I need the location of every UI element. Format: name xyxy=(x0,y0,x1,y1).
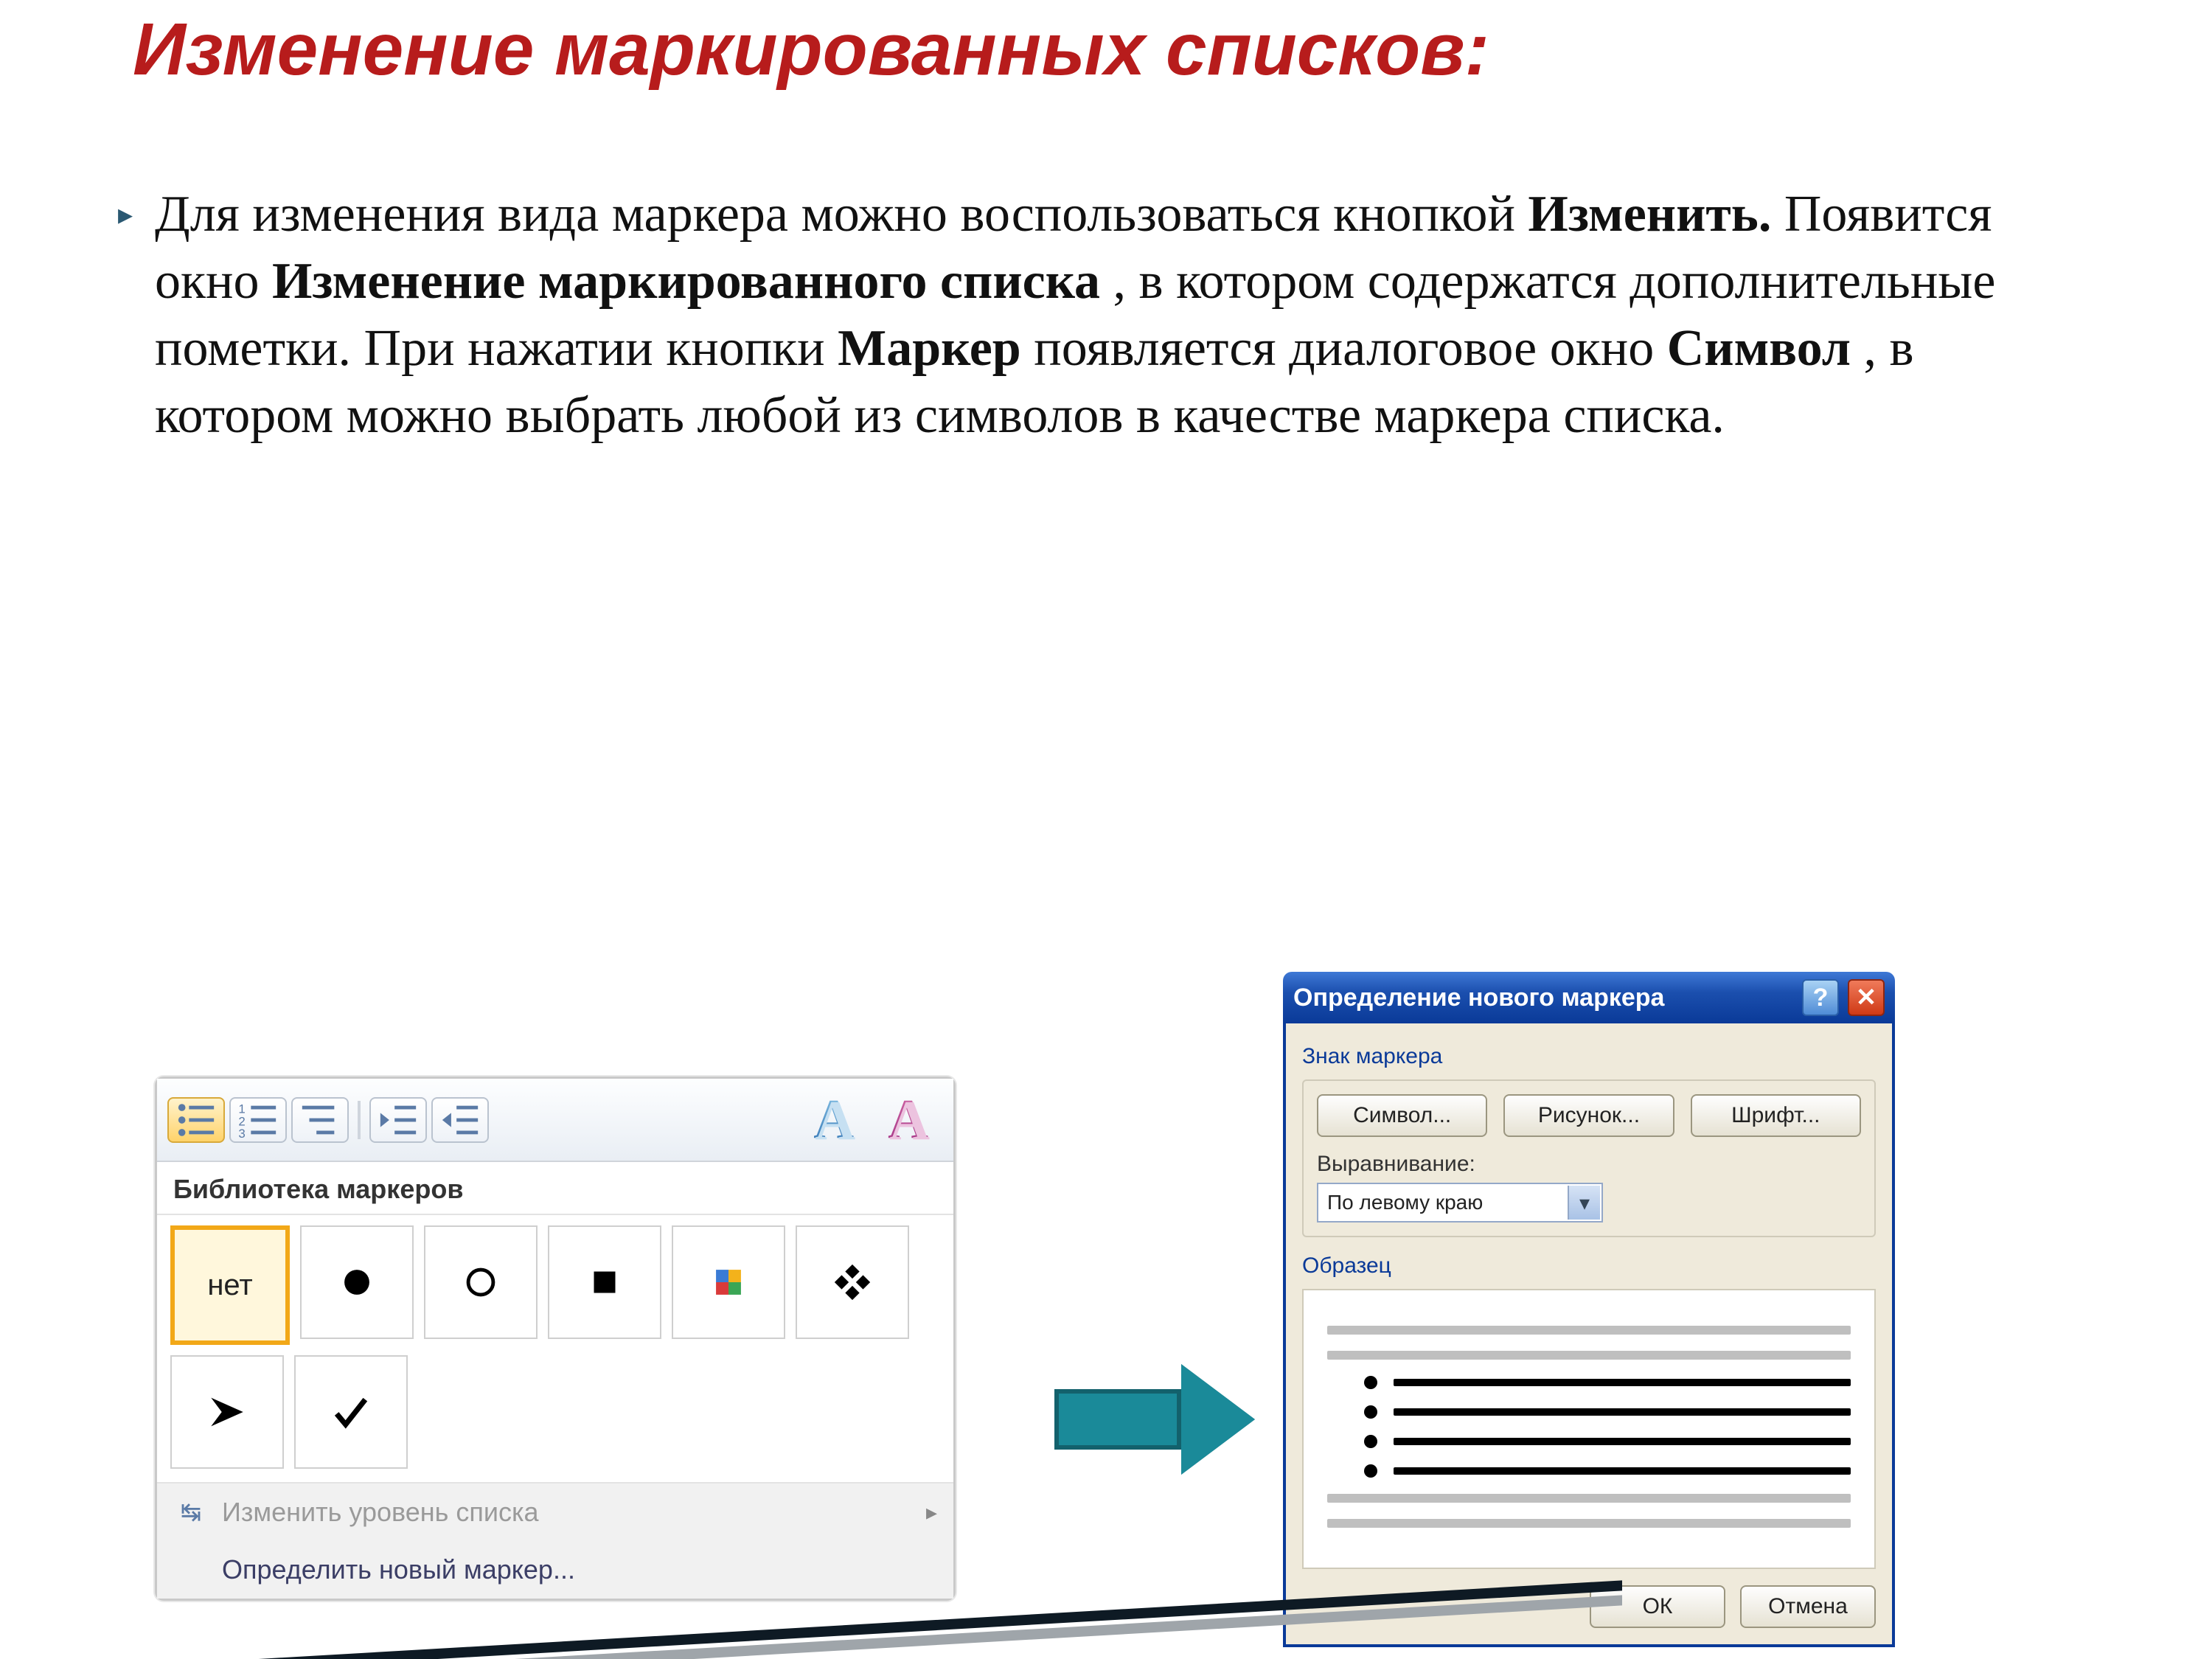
bullet-library-panel: 123 A A Библиотека маркеров нет ↹ Измени… xyxy=(155,1077,956,1601)
ribbon-decrease-indent-button[interactable] xyxy=(369,1097,427,1143)
four-diamonds-icon xyxy=(831,1261,874,1304)
arrow-graphic xyxy=(1054,1364,1255,1475)
para-text-4: появляется диалоговое окно xyxy=(1034,320,1667,377)
preview-bullet-icon xyxy=(1364,1464,1377,1478)
preview-bullet-row xyxy=(1327,1464,1851,1478)
para-bold-3: Маркер xyxy=(838,320,1021,377)
dialog-title-text: Определение нового маркера xyxy=(1293,984,1664,1012)
preview-bullet-row xyxy=(1327,1376,1851,1389)
slide-title: Изменение маркированных списков: xyxy=(0,0,1976,92)
circle-icon xyxy=(459,1261,502,1304)
marker-circle[interactable] xyxy=(424,1225,538,1339)
symbol-button[interactable]: Символ... xyxy=(1317,1094,1487,1137)
ribbon-font-color-icon[interactable]: A xyxy=(873,1088,943,1152)
ok-button-label: ОК xyxy=(1643,1594,1673,1619)
marker-arrow[interactable] xyxy=(170,1355,284,1469)
picture-button-label: Рисунок... xyxy=(1538,1103,1640,1128)
para-bold-4: Символ xyxy=(1667,320,1851,377)
marker-none[interactable]: нет xyxy=(170,1225,290,1345)
symbol-button-label: Символ... xyxy=(1353,1103,1451,1128)
decrease-indent-icon xyxy=(377,1099,420,1141)
checkmark-icon xyxy=(330,1391,372,1433)
dialog-titlebar: Определение нового маркера ? ✕ xyxy=(1283,972,1895,1023)
svg-text:3: 3 xyxy=(238,1127,245,1141)
para-bold-2: Изменение маркированного списка xyxy=(272,253,1100,310)
picture-button[interactable]: Рисунок... xyxy=(1503,1094,1674,1137)
indent-icon: ↹ xyxy=(173,1498,209,1527)
help-icon: ? xyxy=(1813,984,1829,1012)
four-color-diamond-icon xyxy=(707,1261,750,1304)
ribbon-bullets-button[interactable] xyxy=(167,1097,225,1143)
alignment-value: По левому краю xyxy=(1327,1191,1483,1214)
marker-grid: нет xyxy=(157,1214,953,1484)
alignment-combo[interactable]: По левому краю ▾ xyxy=(1317,1183,1603,1222)
ribbon-separator xyxy=(358,1101,361,1139)
marker-4color[interactable] xyxy=(672,1225,785,1339)
dialog-close-button[interactable]: ✕ xyxy=(1848,979,1885,1016)
marker-square[interactable] xyxy=(548,1225,661,1339)
font-button-label: Шрифт... xyxy=(1731,1103,1820,1128)
disc-icon xyxy=(335,1261,378,1304)
ribbon-multilevel-button[interactable] xyxy=(291,1097,349,1143)
cancel-button[interactable]: Отмена xyxy=(1740,1585,1876,1628)
marker-none-label: нет xyxy=(207,1269,252,1302)
preview-bullet-icon xyxy=(1364,1435,1377,1448)
arrowhead-icon xyxy=(206,1391,248,1433)
group-marker-box: Символ... Рисунок... Шрифт... Выравниван… xyxy=(1302,1079,1876,1237)
cancel-button-label: Отмена xyxy=(1768,1594,1848,1619)
ribbon-increase-indent-button[interactable] xyxy=(431,1097,489,1143)
para-text-1: Для изменения вида маркера можно восполь… xyxy=(155,186,1528,243)
group-marker-label: Знак маркера xyxy=(1302,1044,1876,1069)
ribbon-row: 123 A A xyxy=(157,1079,953,1162)
preview-line xyxy=(1327,1326,1851,1335)
bulleted-list-icon xyxy=(175,1099,218,1141)
preview-bullet-row xyxy=(1327,1405,1851,1419)
library-title: Библиотека маркеров xyxy=(157,1162,953,1214)
preview-line xyxy=(1327,1351,1851,1360)
para-bold-1: Изменить. xyxy=(1528,186,1771,243)
numbered-list-icon: 123 xyxy=(237,1099,279,1141)
slide-decor-line xyxy=(0,1526,1622,1659)
bullet-icon: ▸ xyxy=(118,195,133,234)
marker-check[interactable] xyxy=(294,1355,408,1469)
group-preview-label: Образец xyxy=(1302,1253,1876,1279)
font-button[interactable]: Шрифт... xyxy=(1691,1094,1861,1137)
ribbon-text-effects-icon[interactable]: A xyxy=(799,1088,869,1152)
multilevel-list-icon xyxy=(299,1099,341,1141)
ribbon-numbering-button[interactable]: 123 xyxy=(229,1097,287,1143)
close-icon: ✕ xyxy=(1856,983,1877,1012)
alignment-label: Выравнивание: xyxy=(1317,1152,1861,1177)
preview-bullet-row xyxy=(1327,1435,1851,1448)
menu-change-level-label: Изменить уровень списка xyxy=(222,1497,539,1528)
preview-bullet-icon xyxy=(1364,1376,1377,1389)
submenu-arrow-icon: ▸ xyxy=(926,1500,937,1526)
preview-bullet-icon xyxy=(1364,1405,1377,1419)
chevron-down-icon: ▾ xyxy=(1568,1186,1600,1220)
increase-indent-icon xyxy=(439,1099,481,1141)
body-paragraph: ▸ Для изменения вида маркера можно воспо… xyxy=(0,92,2212,449)
dialog-help-button[interactable]: ? xyxy=(1802,979,1839,1016)
marker-disc[interactable] xyxy=(300,1225,414,1339)
marker-diamonds[interactable] xyxy=(796,1225,909,1339)
square-icon xyxy=(583,1261,626,1304)
preview-line xyxy=(1327,1494,1851,1503)
